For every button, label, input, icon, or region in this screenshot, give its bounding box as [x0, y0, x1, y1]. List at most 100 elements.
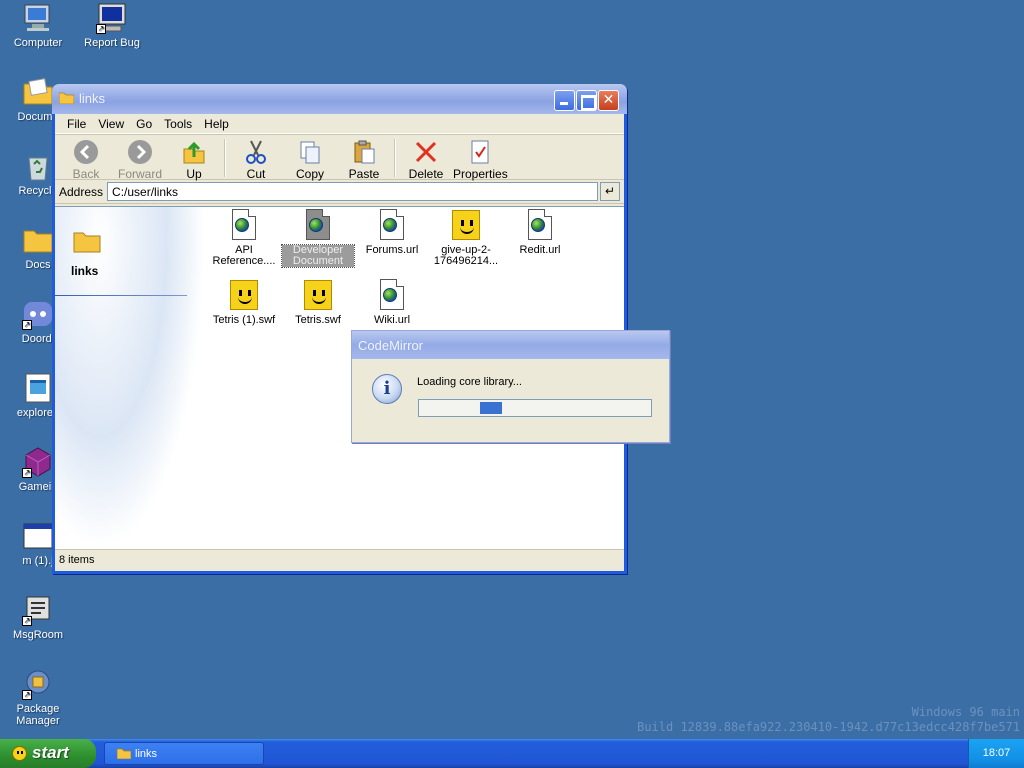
- scissors-icon: [243, 139, 269, 165]
- folder-icon: [59, 92, 74, 104]
- desktop-icon-computer[interactable]: Computer: [0, 2, 76, 49]
- loading-dialog[interactable]: CodeMirror i Loading core library...: [351, 330, 670, 443]
- documents-folder-icon: [22, 76, 54, 108]
- file-item-forums[interactable]: Forums.url: [356, 209, 428, 256]
- file-item-redit[interactable]: Redit.url: [504, 209, 576, 256]
- cut-label: Cut: [246, 167, 266, 181]
- forward-label: Forward: [117, 167, 162, 181]
- shortcut-arrow-icon: ↗: [22, 468, 32, 478]
- start-smiley-icon: [12, 746, 27, 761]
- delete-label: Delete: [408, 167, 444, 181]
- window-title: links: [79, 91, 106, 106]
- internet-shortcut-icon: [377, 209, 407, 241]
- taskbar: start links 18:07: [0, 739, 1024, 768]
- taskbar-item-label: links: [135, 748, 158, 760]
- maximize-button[interactable]: [576, 90, 597, 111]
- properties-label: Properties: [453, 167, 508, 181]
- forward-arrow-icon: [127, 139, 153, 165]
- msgroom-icon: ↗: [22, 594, 54, 626]
- internet-shortcut-icon: [377, 279, 407, 311]
- file-item-give-up[interactable]: give-up-2-176496214...: [430, 209, 502, 267]
- folder-icon: [22, 224, 54, 256]
- back-label: Back: [72, 167, 100, 181]
- toolbar-separator: [394, 139, 396, 177]
- package-manager-icon: ↗: [22, 668, 54, 700]
- file-name: Tetris (1).swf: [212, 314, 276, 326]
- explorer-window[interactable]: links ✕ File View Go Tools Help Back For…: [52, 84, 627, 574]
- properties-button[interactable]: Properties: [453, 135, 508, 181]
- address-label: Address: [59, 184, 104, 199]
- shortcut-arrow-icon: ↗: [22, 616, 32, 626]
- toolbar: Back Forward Up Cut Copy Paste Delete Pr…: [55, 134, 624, 181]
- side-pane-divider: [55, 295, 187, 296]
- internet-shortcut-icon: [525, 209, 555, 241]
- folder-icon: [117, 748, 131, 759]
- file-item-wiki[interactable]: Wiki.url: [356, 279, 428, 326]
- paste-label: Paste: [348, 167, 380, 181]
- file-item-tetris-1[interactable]: Tetris (1).swf: [208, 279, 280, 326]
- up-button[interactable]: Up: [167, 135, 221, 181]
- back-button[interactable]: Back: [59, 135, 113, 181]
- cut-button[interactable]: Cut: [229, 135, 283, 181]
- toolbar-separator: [224, 139, 226, 177]
- file-item-tetris[interactable]: Tetris.swf: [282, 279, 354, 326]
- start-label: start: [32, 743, 69, 762]
- file-name: Redit.url: [519, 244, 561, 256]
- recycle-bin-icon: [22, 150, 54, 182]
- info-icon: i: [372, 374, 402, 404]
- desktop-icon-label: Report Bug: [84, 37, 140, 49]
- desktop-icon-report-bug[interactable]: ↗ Report Bug: [74, 2, 150, 49]
- menu-go[interactable]: Go: [130, 114, 158, 133]
- desktop-icon-package-manager[interactable]: ↗ Package Manager: [0, 668, 76, 727]
- up-label: Up: [186, 167, 202, 181]
- side-pane-title: links: [71, 264, 99, 278]
- internet-shortcut-icon: [229, 209, 259, 241]
- address-bar: Address ↵: [55, 180, 624, 204]
- copy-button[interactable]: Copy: [283, 135, 337, 181]
- file-name: Forums.url: [365, 244, 419, 256]
- item-count: 8 items: [59, 554, 95, 566]
- file-item-developer-document[interactable]: Developer Document: [281, 209, 355, 268]
- copy-icon: [297, 139, 323, 165]
- file-item-api-reference[interactable]: API Reference....: [208, 209, 280, 267]
- menu-file[interactable]: File: [61, 114, 92, 133]
- paste-button[interactable]: Paste: [337, 135, 391, 181]
- copy-label: Copy: [295, 167, 324, 181]
- file-name: Tetris.swf: [295, 314, 341, 326]
- progress-indicator: [480, 402, 502, 414]
- build-watermark-title: Windows 96 main: [911, 705, 1020, 719]
- window-titlebar[interactable]: links ✕: [52, 84, 627, 114]
- shortcut-arrow-icon: ↗: [22, 690, 32, 700]
- report-bug-icon: ↗: [96, 2, 128, 34]
- properties-icon: [467, 139, 493, 165]
- delete-x-icon: [413, 139, 439, 165]
- computer-icon: [22, 2, 54, 34]
- smiley-swf-icon: [303, 279, 333, 311]
- address-input[interactable]: [107, 182, 599, 201]
- folder-up-icon: [181, 139, 207, 165]
- forward-button[interactable]: Forward: [113, 135, 167, 181]
- taskbar-item-links[interactable]: links: [104, 742, 264, 765]
- back-arrow-icon: [73, 139, 99, 165]
- file-name: give-up-2-176496214...: [433, 244, 499, 267]
- progress-bar: [418, 399, 652, 417]
- window-app-icon: [22, 520, 54, 552]
- minimize-button[interactable]: [554, 90, 575, 111]
- desktop-icon-label: MsgRoom: [12, 629, 64, 641]
- file-name: API Reference....: [212, 244, 276, 267]
- smiley-swf-icon: [451, 209, 481, 241]
- discord-icon: ↗: [22, 298, 54, 330]
- game-cube-icon: ↗: [22, 446, 54, 478]
- close-button[interactable]: ✕: [598, 90, 619, 111]
- menu-bar: File View Go Tools Help: [55, 114, 624, 134]
- menu-view[interactable]: View: [92, 114, 130, 133]
- address-go-button[interactable]: ↵: [600, 182, 620, 201]
- desktop-icon-msgroom[interactable]: ↗ MsgRoom: [0, 594, 76, 641]
- menu-help[interactable]: Help: [198, 114, 235, 133]
- dialog-titlebar[interactable]: CodeMirror: [352, 331, 669, 359]
- file-name: Developer Document: [281, 244, 355, 268]
- delete-button[interactable]: Delete: [399, 135, 453, 181]
- menu-tools[interactable]: Tools: [158, 114, 198, 133]
- start-button[interactable]: start: [0, 739, 96, 768]
- clock[interactable]: 18:07: [983, 747, 1011, 759]
